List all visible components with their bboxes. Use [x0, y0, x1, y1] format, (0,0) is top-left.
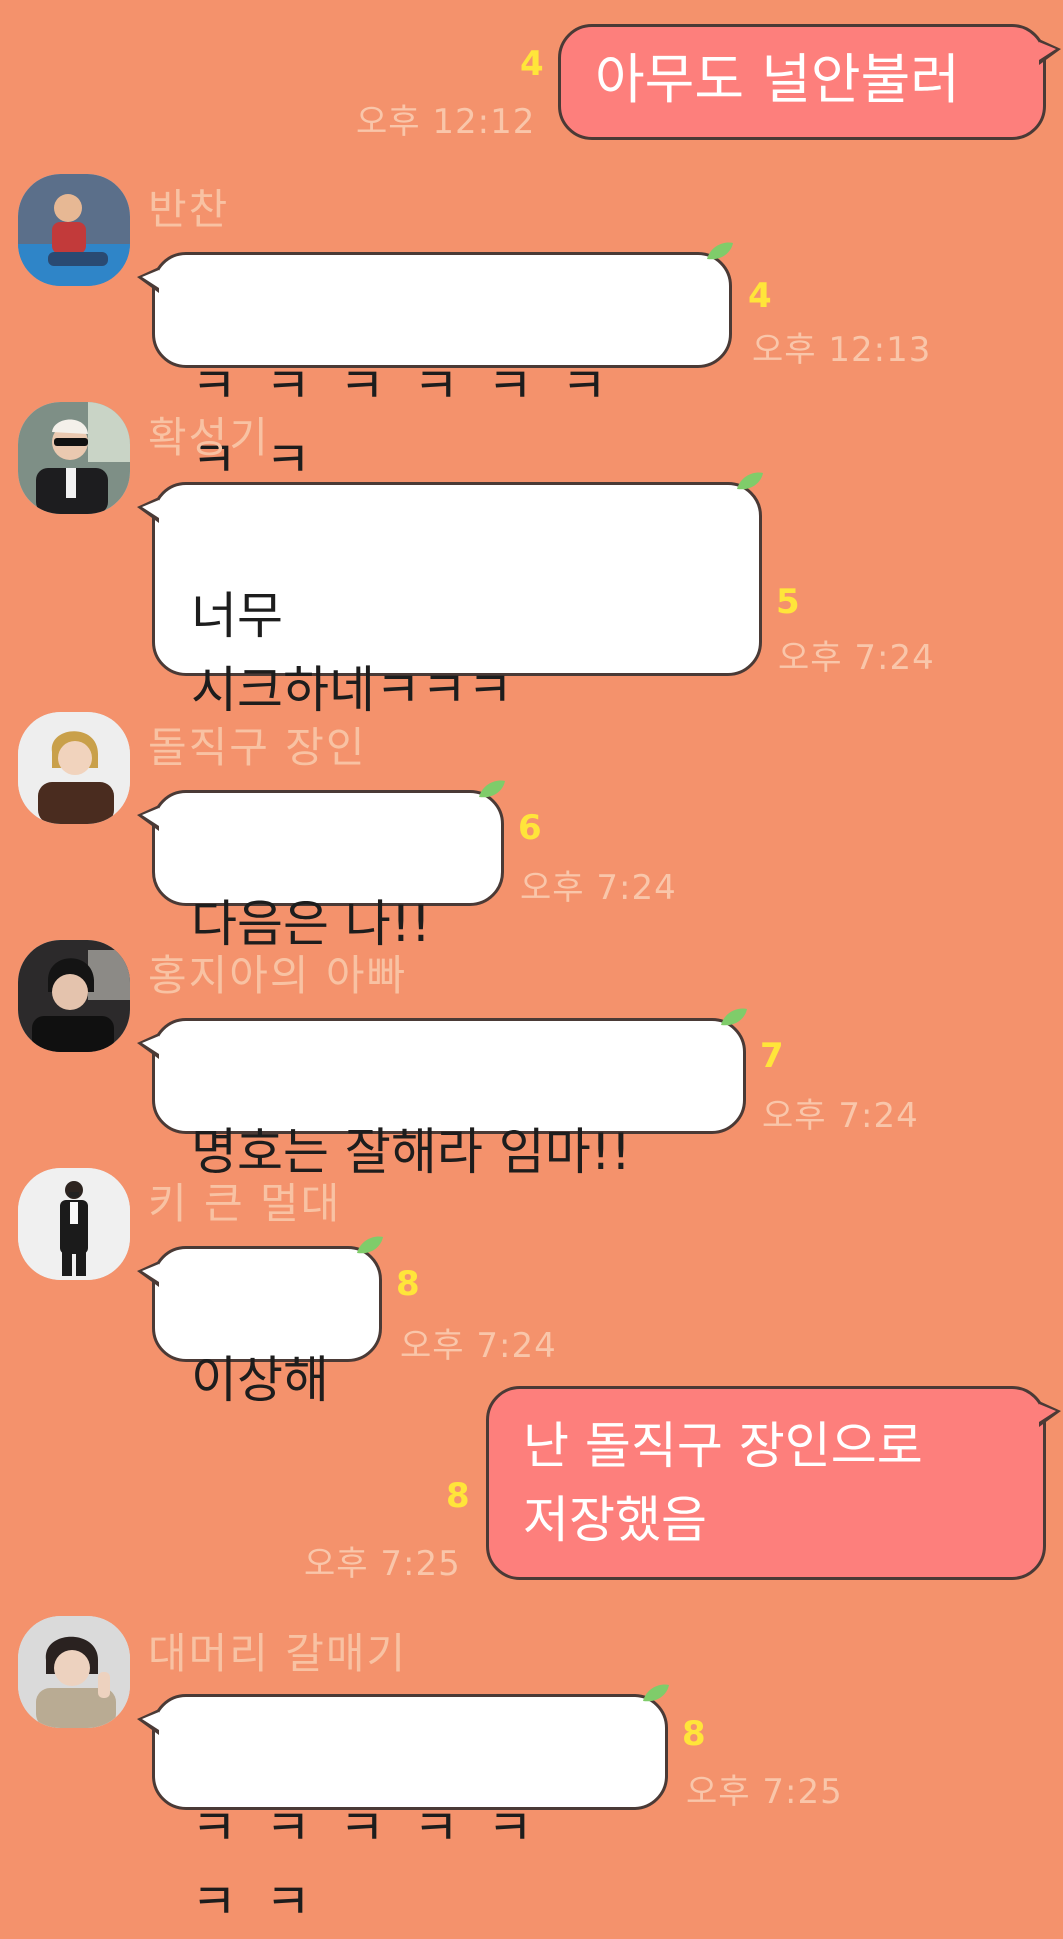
message-time: 오후 12:13	[752, 330, 932, 370]
message-time: 오후 7:24	[400, 1326, 557, 1366]
message-bubble[interactable]: 난 돌직구 장인으로 저장했음	[486, 1386, 1061, 1580]
profile-photo	[18, 940, 130, 1052]
leaf-icon	[479, 780, 505, 798]
message-time: 오후 12:12	[356, 102, 536, 142]
message-bubble[interactable]: ㅋㅋㅋㅋㅋㅋㅋㅋ	[137, 242, 733, 489]
message-bubble[interactable]: 명호는 잘해라 임마!!	[137, 1008, 747, 1181]
message-bubble[interactable]: 아무도 널안불러	[558, 24, 1061, 140]
unread-count: 4	[520, 44, 544, 84]
message-bubble[interactable]: 다음은 나!!	[137, 780, 505, 953]
sender-name: 홍지아의 아빠	[148, 951, 408, 1000]
message-time: 오후 7:25	[304, 1544, 461, 1584]
avatar[interactable]	[18, 712, 130, 824]
unread-count: 8	[682, 1714, 706, 1754]
leaf-icon	[737, 472, 763, 490]
unread-count: 6	[518, 808, 542, 848]
sender-name: 돌직구 장인	[148, 723, 367, 772]
message-time: 오후 7:25	[686, 1772, 843, 1812]
message-time: 오후 7:24	[778, 638, 935, 678]
leaf-icon	[643, 1684, 669, 1702]
unread-count: 8	[446, 1476, 470, 1516]
leaf-icon	[721, 1008, 747, 1026]
message-text: ㅋㅋㅋㅋㅋㅋㅋ	[191, 1799, 561, 1931]
sender-name: 반찬	[148, 185, 230, 234]
message-bubble[interactable]: ㅋㅋㅋㅋㅋㅋㅋ	[137, 1684, 669, 1931]
profile-photo	[18, 1168, 130, 1280]
avatar[interactable]	[18, 1168, 130, 1280]
leaf-icon	[357, 1236, 383, 1254]
profile-photo	[18, 402, 130, 514]
sender-name: 키 큰 멀대	[148, 1179, 342, 1228]
message-bubble[interactable]: 너무 시크하네ㅋㅋㅋ	[137, 472, 763, 719]
leaf-icon	[707, 242, 733, 260]
avatar[interactable]	[18, 1616, 130, 1728]
unread-count: 5	[776, 582, 800, 622]
unread-count: 8	[396, 1264, 420, 1304]
profile-photo	[18, 1616, 130, 1728]
avatar[interactable]	[18, 402, 130, 514]
profile-photo	[18, 712, 130, 824]
profile-photo	[18, 174, 130, 286]
unread-count: 4	[748, 276, 772, 316]
sender-name: 확성기	[148, 413, 270, 462]
message-bubble[interactable]: 이상해	[137, 1236, 383, 1409]
message-time: 오후 7:24	[520, 868, 677, 908]
avatar[interactable]	[18, 174, 130, 286]
avatar[interactable]	[18, 940, 130, 1052]
message-text: 이상해	[191, 1351, 329, 1409]
sender-name: 대머리 갈매기	[148, 1629, 408, 1678]
message-text: 너무 시크하네ㅋㅋㅋ	[191, 587, 513, 719]
unread-count: 7	[760, 1036, 784, 1076]
message-time: 오후 7:24	[762, 1096, 919, 1136]
